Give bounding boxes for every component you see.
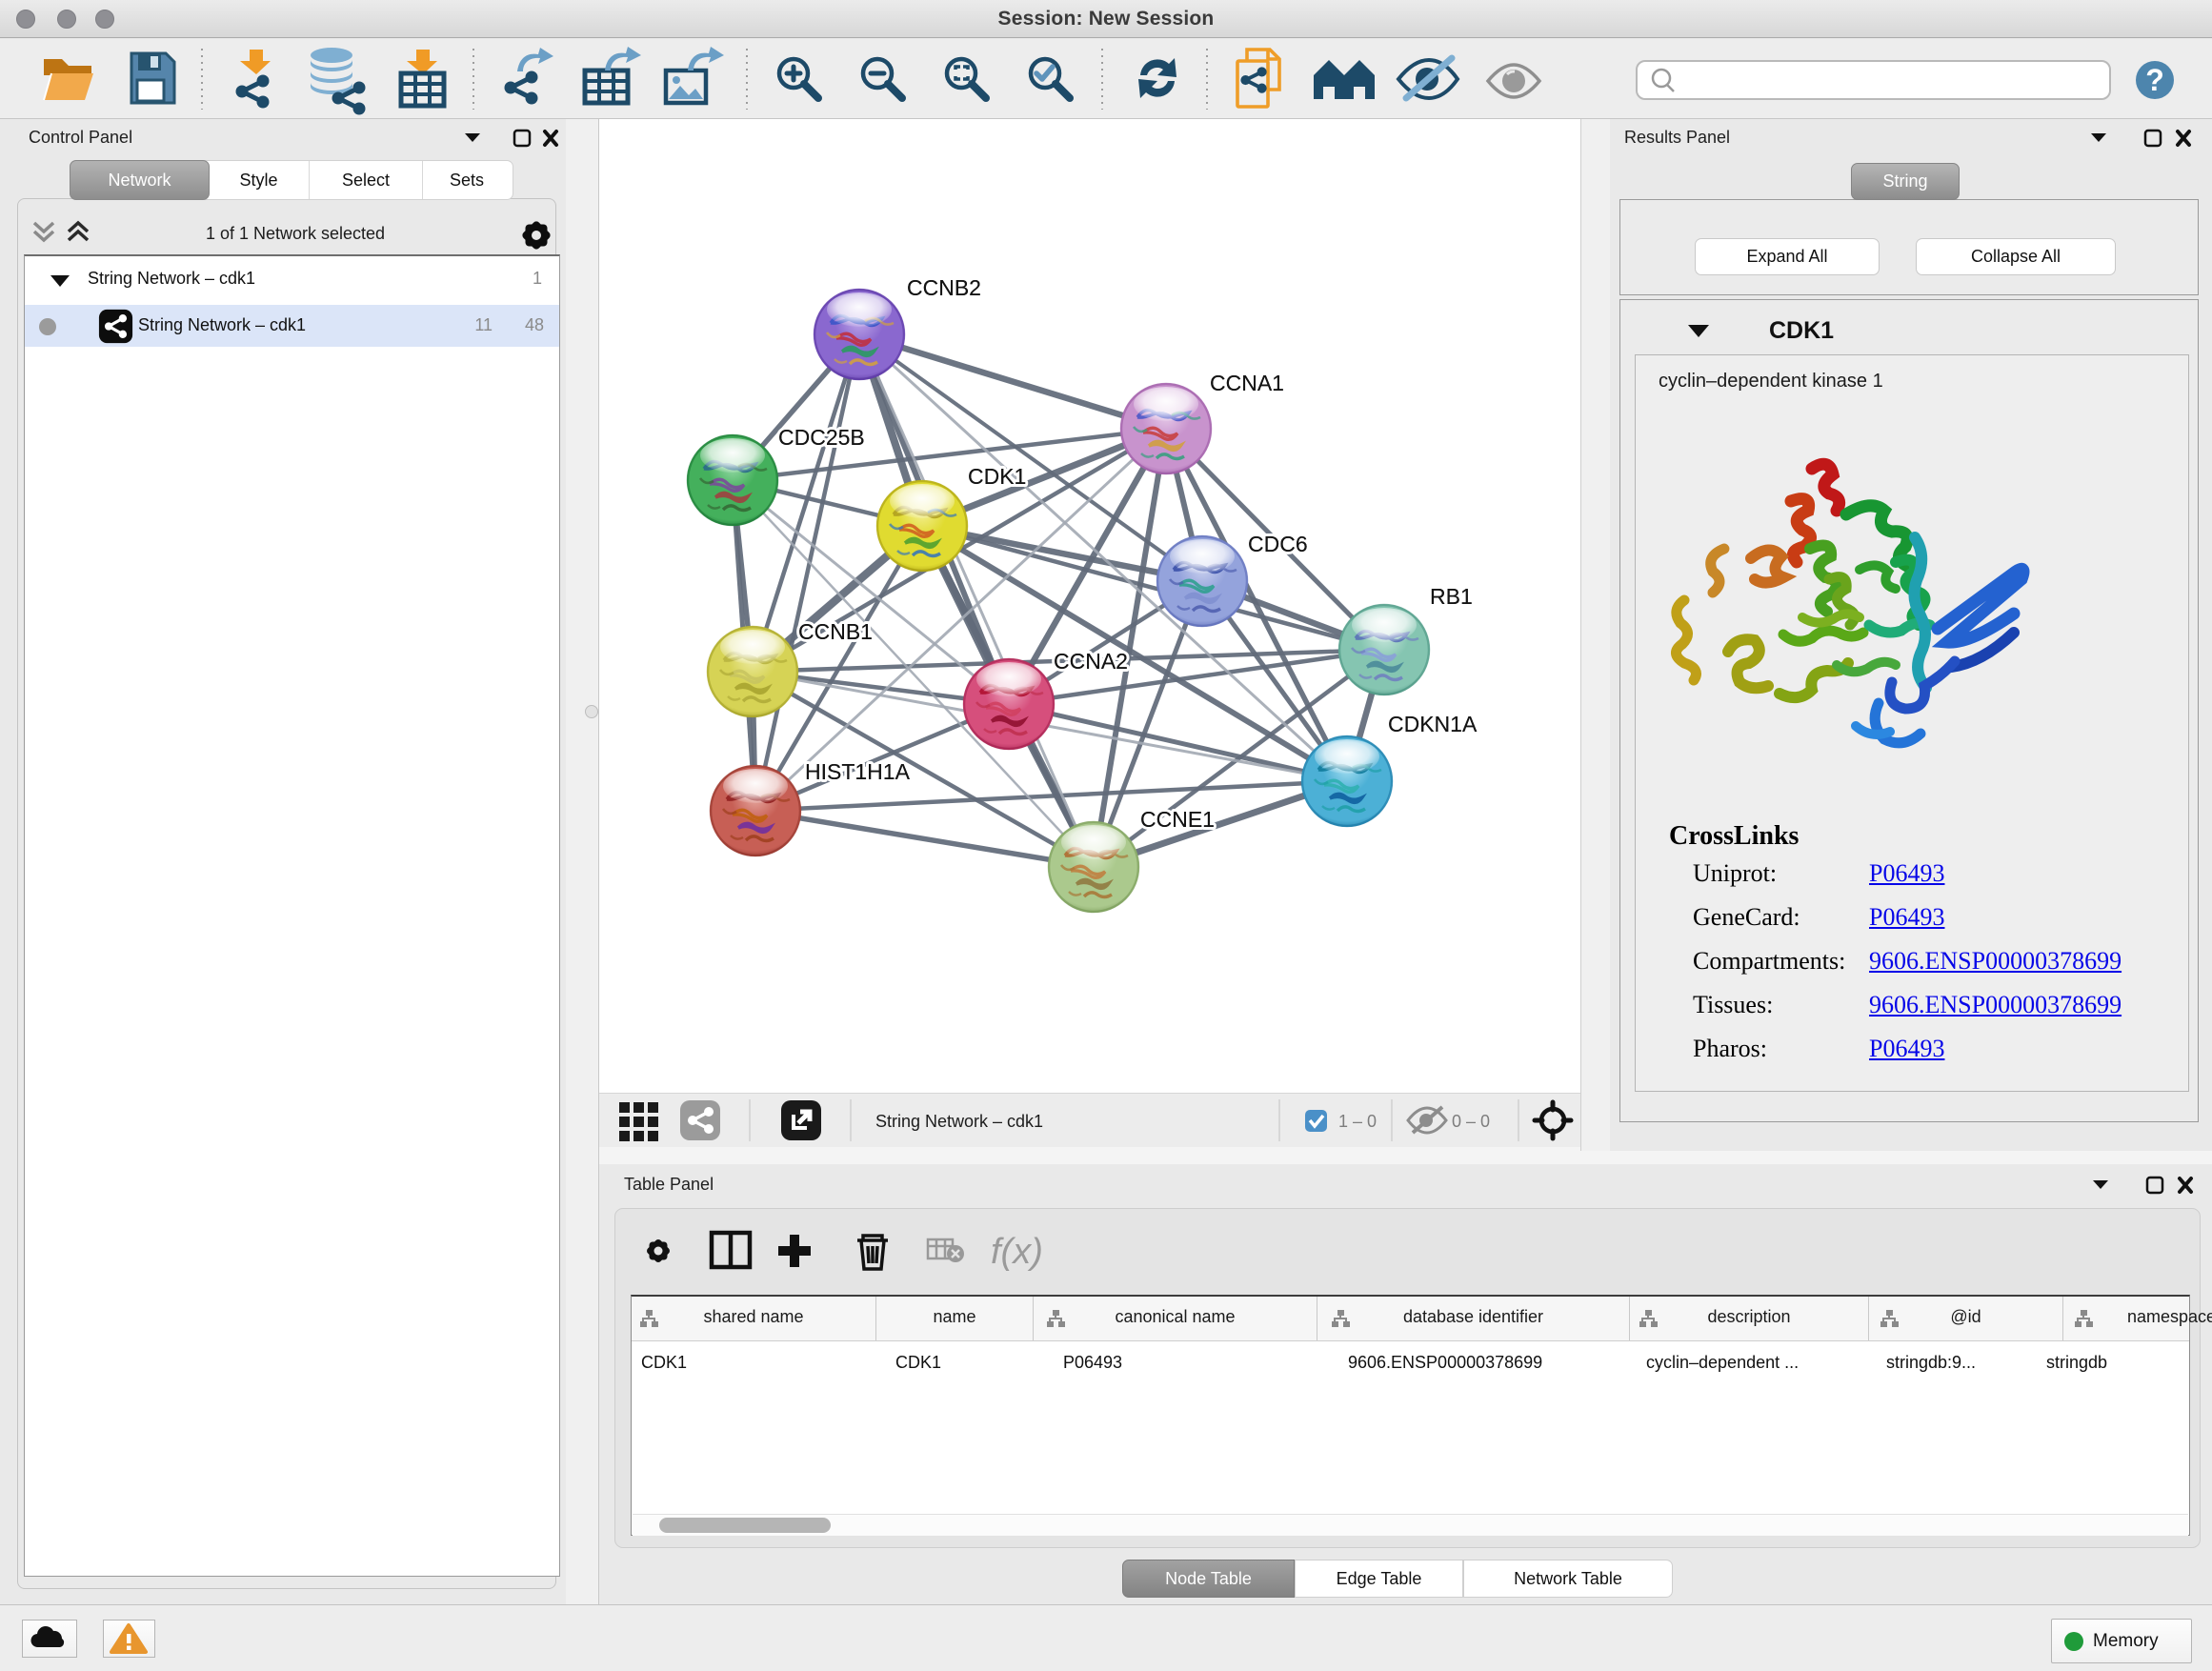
svg-text:CCNA2: CCNA2 bbox=[1054, 649, 1128, 674]
svg-text:CCNB1: CCNB1 bbox=[798, 619, 873, 644]
svg-text:RB1: RB1 bbox=[1430, 584, 1473, 609]
svg-text:CDK1: CDK1 bbox=[968, 464, 1026, 489]
svg-text:1 – 0: 1 – 0 bbox=[1338, 1112, 1377, 1131]
svg-text:CCNE1: CCNE1 bbox=[1140, 807, 1215, 832]
svg-text:?: ? bbox=[2145, 63, 2164, 97]
svg-text:f(x): f(x) bbox=[991, 1232, 1043, 1272]
svg-text:CDKN1A: CDKN1A bbox=[1388, 712, 1478, 736]
svg-text:CDC25B: CDC25B bbox=[778, 425, 865, 450]
svg-text:CCNA1: CCNA1 bbox=[1210, 371, 1284, 395]
svg-text:CCNB2: CCNB2 bbox=[907, 275, 981, 300]
svg-text:CDC6: CDC6 bbox=[1248, 532, 1308, 556]
svg-text:String Network – cdk1: String Network – cdk1 bbox=[875, 1112, 1043, 1131]
svg-text:0 – 0: 0 – 0 bbox=[1452, 1112, 1490, 1131]
svg-text:HIST1H1A: HIST1H1A bbox=[805, 759, 911, 784]
